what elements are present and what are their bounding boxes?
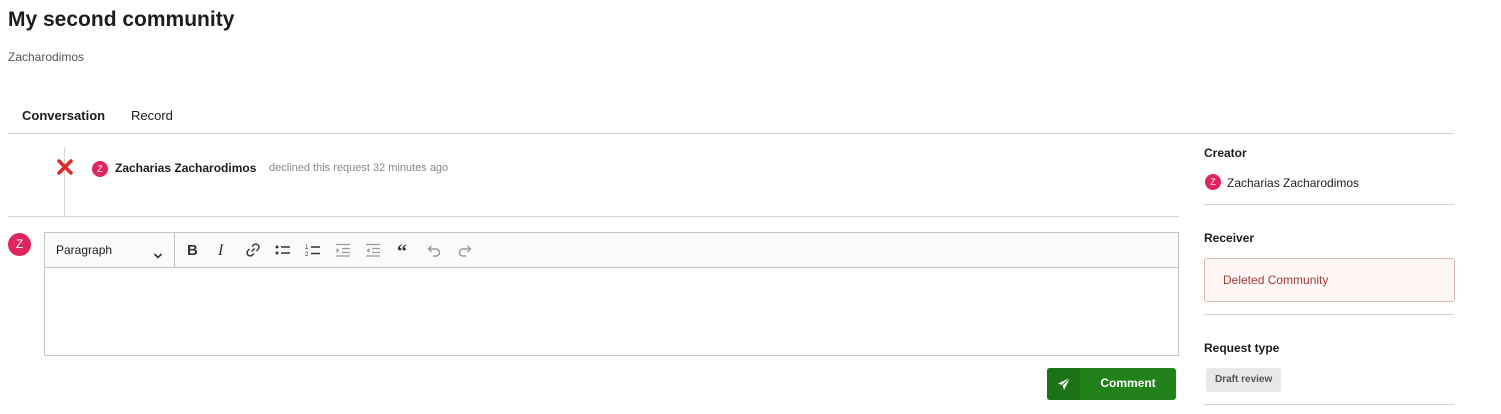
bulleted-list-icon [275, 245, 290, 255]
svg-text:B: B [187, 242, 198, 259]
link-button[interactable] [242, 240, 264, 260]
undo-icon [427, 245, 441, 257]
redo-icon [458, 245, 472, 257]
link-icon [246, 243, 260, 257]
receiver-value: Deleted Community [1223, 273, 1329, 287]
numbered-list-icon: 1 2 [305, 245, 320, 258]
divider [8, 216, 1179, 217]
tab-bar: Conversation Record [8, 100, 1454, 134]
chevron-down-icon [153, 247, 163, 265]
avatar: Z [8, 233, 31, 256]
close-icon [56, 158, 74, 181]
event-action-text: declined this request 32 minutes ago [269, 162, 449, 174]
blockquote-button[interactable]: “ [394, 240, 416, 260]
event-user-link[interactable]: Zacharias Zacharodimos [115, 161, 256, 175]
receiver-error-message: Deleted Community [1204, 258, 1455, 302]
divider [1204, 404, 1454, 405]
request-type-badge: Draft review [1206, 368, 1282, 392]
divider [1204, 314, 1454, 315]
redo-button[interactable] [454, 240, 476, 260]
tab-conversation[interactable]: Conversation [22, 108, 105, 123]
outdent-button[interactable] [332, 240, 354, 260]
undo-button[interactable] [423, 240, 445, 260]
svg-text:1: 1 [305, 245, 309, 251]
bold-button[interactable]: B [181, 240, 203, 260]
page-title: My second community [8, 8, 235, 31]
comment-text-area[interactable] [45, 268, 1178, 355]
italic-button[interactable]: I [211, 240, 233, 260]
avatar: Z [92, 161, 108, 177]
editor-toolbar: Paragraph B I 1 2 “ [45, 233, 1178, 268]
svg-text:“: “ [397, 241, 407, 259]
creator-heading: Creator [1204, 146, 1247, 160]
outdent-icon [336, 243, 350, 257]
bulleted-list-button[interactable] [272, 240, 294, 260]
page-subtitle: Zacharodimos [8, 50, 85, 64]
creator-name: Zacharias Zacharodimos [1227, 176, 1360, 190]
svg-text:2: 2 [305, 252, 309, 258]
receiver-heading: Receiver [1204, 231, 1255, 245]
send-icon [1047, 368, 1080, 400]
numbered-list-button[interactable]: 1 2 [302, 240, 324, 260]
bold-icon: B [187, 242, 198, 259]
request-type-heading: Request type [1204, 341, 1280, 355]
blockquote-icon: “ [397, 241, 407, 259]
comment-editor: Paragraph B I 1 2 “ [44, 232, 1179, 356]
divider [1204, 204, 1454, 205]
paragraph-select-label: Paragraph [56, 243, 113, 257]
svg-text:I: I [217, 242, 224, 259]
tab-record[interactable]: Record [131, 108, 173, 123]
indent-icon [366, 243, 380, 257]
italic-icon: I [217, 242, 224, 259]
comment-button-label: Comment [1100, 376, 1156, 390]
paragraph-select[interactable]: Paragraph [45, 233, 175, 267]
comment-submit-button[interactable]: Comment [1047, 368, 1176, 400]
avatar: Z [1205, 174, 1221, 190]
indent-button[interactable] [362, 240, 384, 260]
